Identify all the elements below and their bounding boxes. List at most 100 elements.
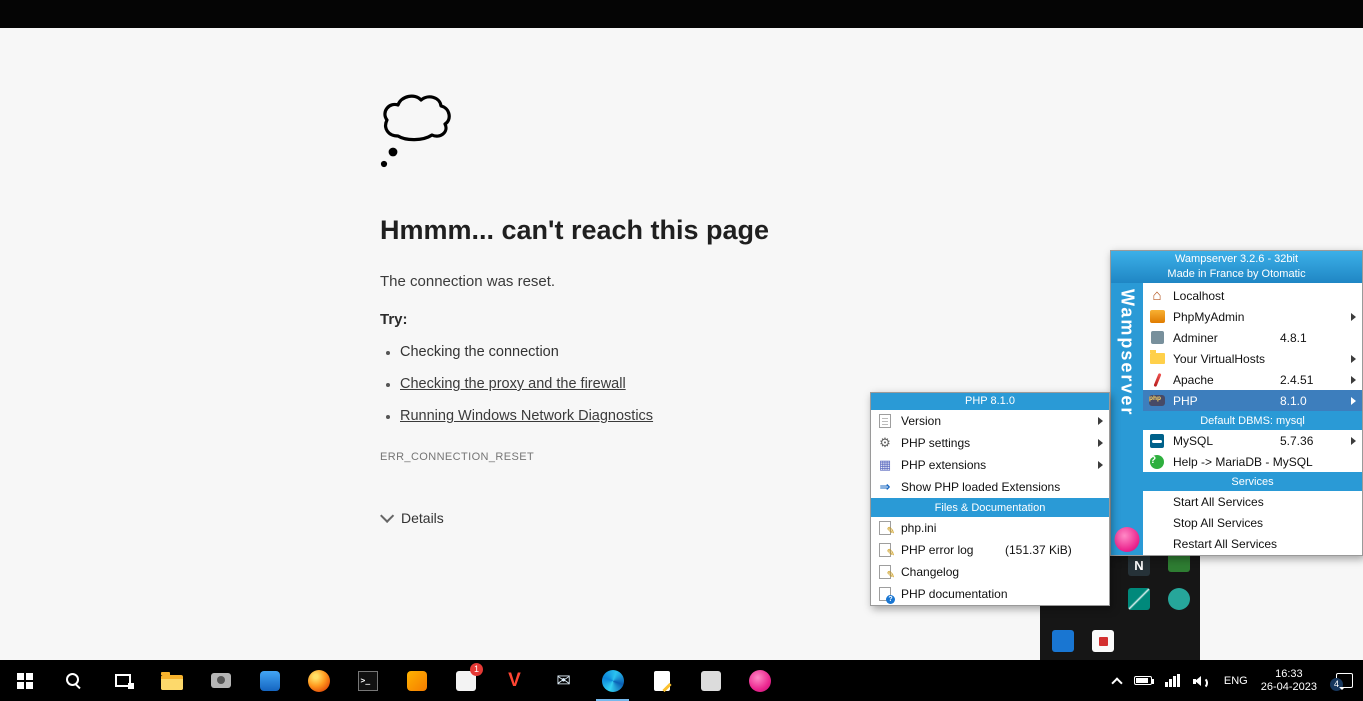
virtualhosts-folder-icon: [1150, 353, 1165, 364]
start-button[interactable]: [0, 660, 49, 701]
phpmyadmin-icon: [1150, 310, 1165, 323]
tray-icon-3[interactable]: [1128, 588, 1150, 610]
wamp-version-line: Wampserver 3.2.6 - 32bit: [1111, 252, 1362, 267]
search-icon: [65, 672, 82, 689]
wamp-menu-item-start-all-services[interactable]: Start All Services: [1143, 491, 1362, 512]
adminer-version: 4.8.1: [1280, 331, 1307, 345]
taskbar-app-1[interactable]: [245, 660, 294, 701]
taskbar-app-edge[interactable]: [588, 660, 637, 701]
wamp-menu-item-apache[interactable]: Apache 2.4.51: [1143, 369, 1362, 390]
php-submenu-item-php-ini[interactable]: ✎ php.ini: [871, 517, 1109, 539]
wamp-menu-item-virtualhosts[interactable]: Your VirtualHosts: [1143, 348, 1362, 369]
taskbar-app-file-explorer[interactable]: [147, 660, 196, 701]
help-icon: ?: [1150, 455, 1164, 469]
submenu-arrow-icon: [1351, 355, 1356, 363]
wamp-menu-item-php[interactable]: php PHP 8.1.0: [1143, 390, 1362, 411]
taskbar-app-5[interactable]: [686, 660, 735, 701]
orange-app-icon: [407, 671, 427, 691]
battery-icon[interactable]: [1134, 676, 1152, 685]
error-suggestion-list: Checking the connection Checking the pro…: [380, 344, 653, 440]
wampserver-menu: Wampserver 3.2.6 - 32bit Made in France …: [1110, 250, 1363, 556]
network-icon[interactable]: [1165, 674, 1180, 687]
command-prompt-icon: >_: [358, 671, 378, 691]
edge-icon: [602, 670, 624, 692]
suggestion-network-diagnostics-link[interactable]: Running Windows Network Diagnostics: [400, 408, 653, 424]
tray-icon-5[interactable]: [1052, 630, 1074, 652]
folder-icon: [161, 675, 183, 690]
wamp-menu-item-adminer[interactable]: Adminer 4.8.1: [1143, 327, 1362, 348]
search-button[interactable]: [49, 660, 98, 701]
volume-icon[interactable]: [1193, 674, 1211, 688]
php-submenu-item-version[interactable]: Version: [871, 410, 1109, 432]
page-icon: [879, 414, 891, 428]
tray-icon-1[interactable]: N: [1128, 554, 1150, 576]
wamp-menu-item-phpmyadmin[interactable]: PhpMyAdmin: [1143, 306, 1362, 327]
taskbar-app-4[interactable]: V: [490, 660, 539, 701]
taskbar-app-wampserver[interactable]: [735, 660, 784, 701]
php-submenu-item-show-loaded-extensions[interactable]: ⇒ Show PHP loaded Extensions: [871, 476, 1109, 498]
tray-icon-4[interactable]: [1168, 588, 1190, 610]
wampserver-side-strip: Wampserver: [1111, 283, 1143, 555]
extensions-grid-icon: ▦: [877, 457, 893, 473]
submenu-arrow-icon: [1351, 313, 1356, 321]
php-icon: php: [1149, 395, 1165, 406]
files-documentation-banner: Files & Documentation: [871, 498, 1109, 517]
blue-app-icon: [260, 671, 280, 691]
language-indicator[interactable]: ENG: [1224, 675, 1248, 687]
wamp-menu-item-restart-all-services[interactable]: Restart All Services: [1143, 533, 1362, 554]
tray-icon-6[interactable]: [1092, 630, 1114, 652]
gray-app-icon: [701, 671, 721, 691]
services-banner: Services: [1143, 472, 1362, 491]
browser-titlebar[interactable]: [0, 0, 1363, 28]
notification-count-badge: 4: [1330, 678, 1343, 691]
php-submenu-item-changelog[interactable]: ✎ Changelog: [871, 561, 1109, 583]
submenu-arrow-icon: [1351, 376, 1356, 384]
wamp-menu-item-mysql[interactable]: MySQL 5.7.36: [1143, 430, 1362, 451]
suggestion-proxy-firewall-link[interactable]: Checking the proxy and the firewall: [400, 376, 626, 392]
php-submenu-header: PHP 8.1.0: [871, 393, 1109, 410]
default-dbms-banner: Default DBMS: mysql: [1143, 411, 1362, 430]
wamp-credit-line: Made in France by Otomatic: [1111, 267, 1362, 282]
taskbar-app-firefox[interactable]: [294, 660, 343, 701]
error-code: ERR_CONNECTION_RESET: [380, 451, 534, 463]
wampserver-logo-icon: [1115, 527, 1140, 552]
clock[interactable]: 16:33 26-04-2023: [1261, 668, 1317, 694]
v-logo-icon: V: [508, 670, 521, 692]
taskbar-app-mail[interactable]: ✉: [539, 660, 588, 701]
adminer-icon: [1151, 331, 1164, 344]
action-center-icon[interactable]: 4: [1336, 673, 1353, 688]
wamp-menu-item-stop-all-services[interactable]: Stop All Services: [1143, 512, 1362, 533]
php-submenu-item-settings[interactable]: ⚙ PHP settings: [871, 432, 1109, 454]
tray-chevron-up-icon[interactable]: [1111, 677, 1122, 688]
taskbar-app-3[interactable]: 1: [441, 660, 490, 701]
wamp-menu-item-localhost[interactable]: ⌂ Localhost: [1143, 285, 1362, 306]
suggestion-checking-connection: Checking the connection: [380, 344, 653, 364]
clock-time: 16:33: [1261, 668, 1317, 681]
gear-icon: ⚙: [877, 435, 893, 451]
home-icon: ⌂: [1149, 288, 1165, 304]
apache-version: 2.4.51: [1280, 373, 1313, 387]
taskbar-app-camera[interactable]: [196, 660, 245, 701]
edit-file-icon: ✎: [879, 543, 891, 557]
submenu-arrow-icon: [1098, 417, 1103, 425]
submenu-arrow-icon: [1098, 461, 1103, 469]
taskbar-app-2[interactable]: [392, 660, 441, 701]
wampserver-vertical-label: Wampserver: [1117, 289, 1138, 555]
taskbar-app-notepad[interactable]: [637, 660, 686, 701]
error-page-title: Hmmm... can't reach this page: [380, 215, 769, 246]
php-submenu-item-documentation[interactable]: ? PHP documentation: [871, 583, 1109, 605]
wampserver-menu-header: Wampserver 3.2.6 - 32bit Made in France …: [1111, 251, 1362, 283]
error-page-try-label: Try:: [380, 311, 408, 328]
php-submenu-item-extensions[interactable]: ▦ PHP extensions: [871, 454, 1109, 476]
php-submenu-item-error-log[interactable]: ✎ PHP error log (151.37 KiB): [871, 539, 1109, 561]
error-page-message: The connection was reset.: [380, 273, 555, 290]
details-toggle[interactable]: Details: [380, 510, 444, 526]
submenu-arrow-icon: [1351, 397, 1356, 405]
task-view-button[interactable]: [98, 660, 147, 701]
chevron-down-icon: [380, 509, 394, 523]
windows-logo-icon: [17, 673, 33, 689]
thought-cloud-icon: [378, 90, 456, 179]
wamp-menu-item-help-mariadb-mysql[interactable]: ? Help -> MariaDB - MySQL: [1143, 451, 1362, 472]
taskbar-app-command-prompt[interactable]: >_: [343, 660, 392, 701]
submenu-arrow-icon: [1098, 439, 1103, 447]
